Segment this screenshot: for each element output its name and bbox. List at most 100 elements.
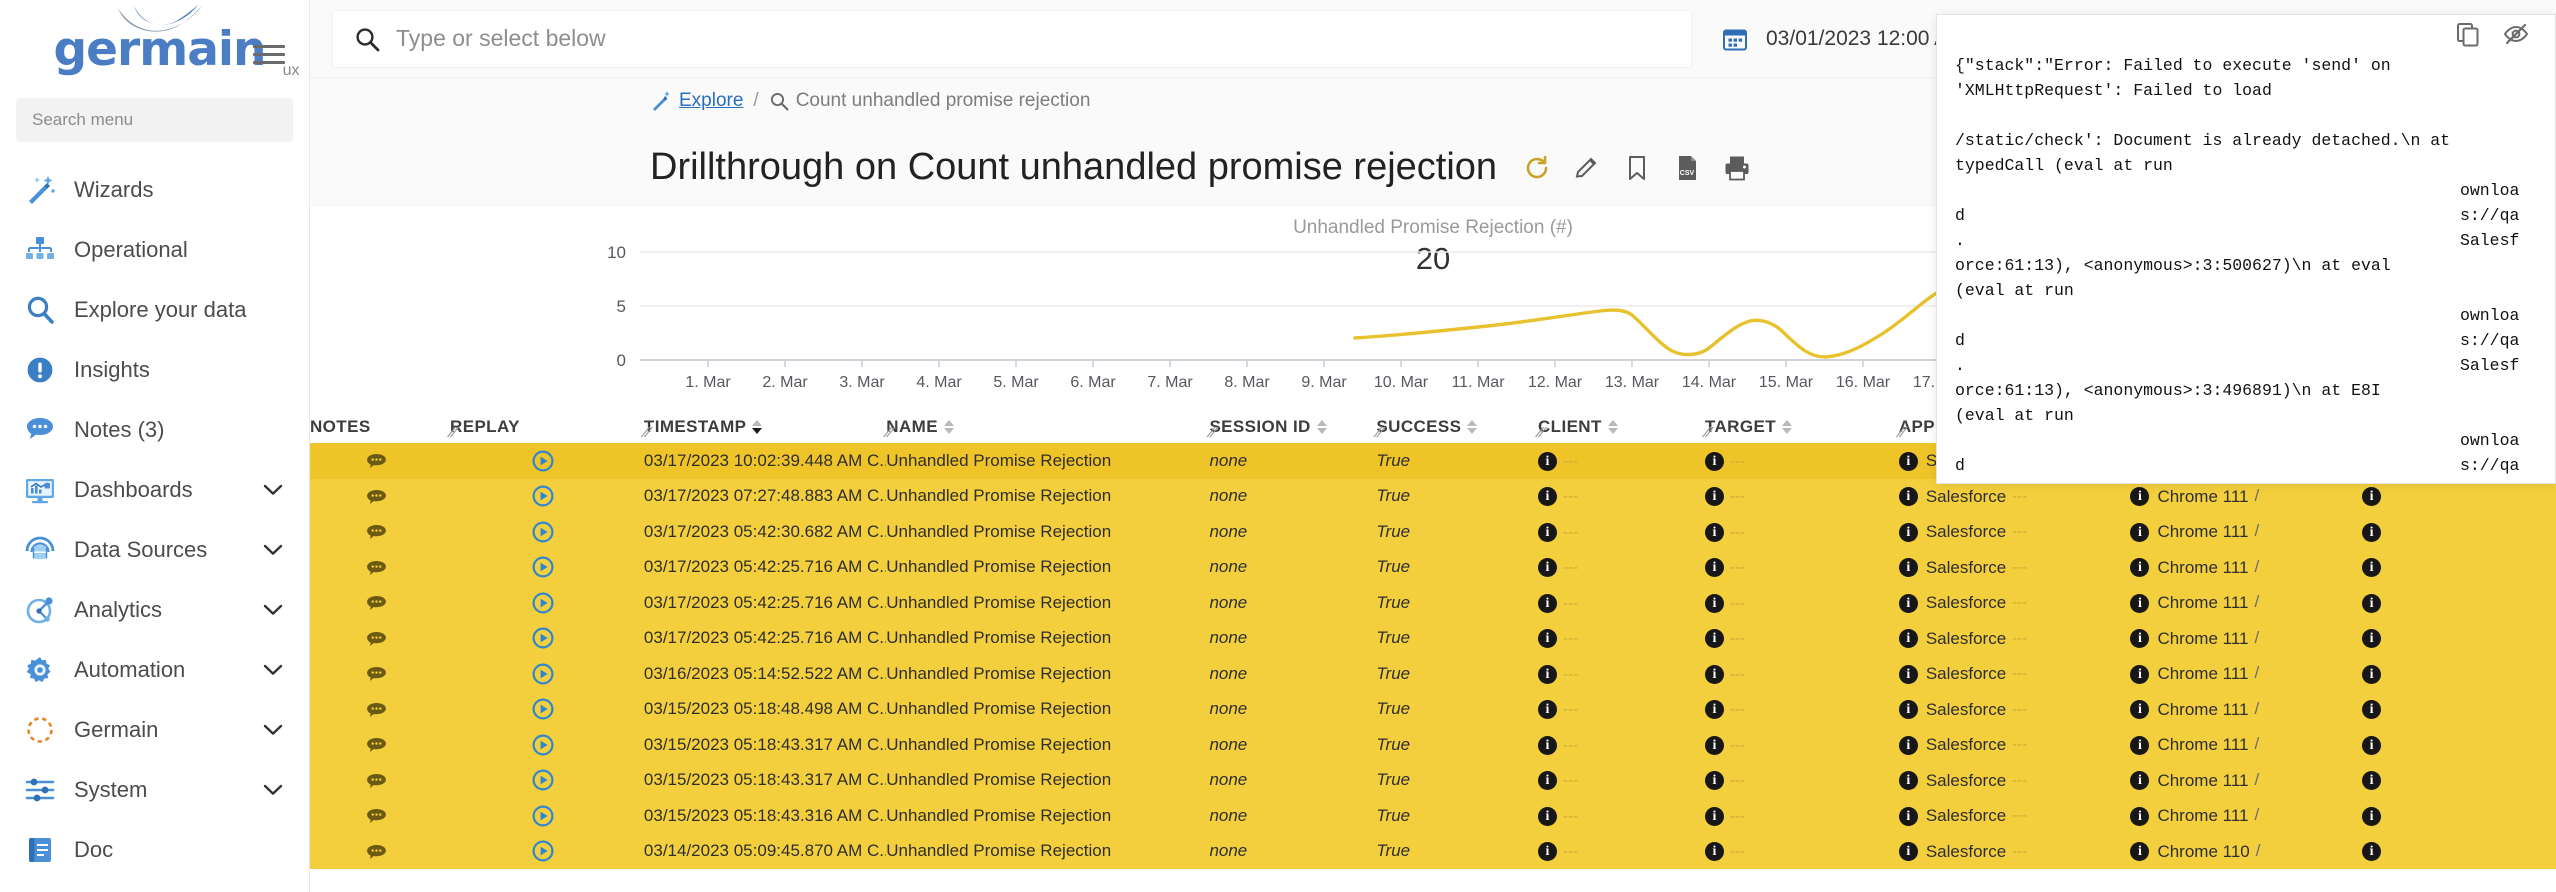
cell-extra[interactable]: i [2362, 727, 2556, 763]
sort-indicator[interactable] [1782, 420, 1792, 434]
copy-icon[interactable] [2455, 21, 2481, 47]
bookmark-icon[interactable] [1623, 154, 1651, 182]
refresh-icon[interactable] [1523, 154, 1551, 182]
cell-user[interactable]: iChrome 111/ [2130, 550, 2362, 586]
cell-application[interactable]: iSalesforce--- [1899, 550, 2131, 586]
table-row[interactable]: 03/17/2023 05:42:30.682 AM C...Unhandled… [310, 514, 2556, 550]
chevron-down-icon[interactable] [263, 544, 283, 556]
column-resize-handle[interactable]: ⁄⁄ [1376, 424, 1382, 441]
table-row[interactable]: 03/17/2023 05:42:25.716 AM C...Unhandled… [310, 585, 2556, 621]
cell-extra[interactable]: i [2362, 550, 2556, 586]
cell-notes[interactable] [310, 479, 450, 515]
cell-extra[interactable]: i [2362, 834, 2556, 870]
cell-application[interactable]: iSalesforce--- [1899, 514, 2131, 550]
sidebar-item-automation[interactable]: Automation [0, 640, 309, 700]
cell-notes[interactable] [310, 514, 450, 550]
chevron-down-icon[interactable] [263, 604, 283, 616]
print-icon[interactable] [1723, 154, 1751, 182]
cell-client[interactable]: i--- [1538, 550, 1705, 586]
table-row[interactable]: 03/15/2023 05:18:43.316 AM C...Unhandled… [310, 798, 2556, 834]
cell-application[interactable]: iSalesforce--- [1899, 656, 2131, 692]
cell-extra[interactable]: i [2362, 763, 2556, 799]
column-resize-handle[interactable]: ⁄⁄ [1899, 424, 1905, 441]
sort-indicator[interactable] [1317, 420, 1327, 434]
cell-replay[interactable] [450, 479, 644, 515]
cell-application[interactable]: iSalesforce--- [1899, 798, 2131, 834]
col-header-notes[interactable]: NOTES [310, 407, 450, 443]
table-row[interactable]: 03/15/2023 05:18:43.317 AM C...Unhandled… [310, 763, 2556, 799]
col-header-target[interactable]: TARGET ⁄⁄ [1705, 407, 1899, 443]
cell-client[interactable]: i--- [1538, 479, 1705, 515]
cell-client[interactable]: i--- [1538, 727, 1705, 763]
cell-extra[interactable]: i [2362, 585, 2556, 621]
sort-indicator[interactable] [1467, 420, 1477, 434]
cell-replay[interactable] [450, 692, 644, 728]
cell-notes[interactable] [310, 763, 450, 799]
column-resize-handle[interactable]: ⁄⁄ [886, 424, 892, 441]
sidebar-item-dashboards[interactable]: Dashboards [0, 460, 309, 520]
cell-user[interactable]: iChrome 111/ [2130, 763, 2362, 799]
cell-replay[interactable] [450, 798, 644, 834]
cell-notes[interactable] [310, 585, 450, 621]
cell-target[interactable]: i--- [1705, 692, 1899, 728]
cell-client[interactable]: i--- [1538, 585, 1705, 621]
cell-notes[interactable] [310, 550, 450, 586]
cell-replay[interactable] [450, 514, 644, 550]
cell-extra[interactable]: i [2362, 798, 2556, 834]
cell-target[interactable]: i--- [1705, 479, 1899, 515]
cell-user[interactable]: iChrome 111/ [2130, 585, 2362, 621]
global-search-input[interactable]: Type or select below [332, 10, 1692, 68]
cell-notes[interactable] [310, 692, 450, 728]
table-row[interactable]: 03/16/2023 05:14:52.522 AM C...Unhandled… [310, 656, 2556, 692]
sidebar-item-analytics[interactable]: Analytics [0, 580, 309, 640]
cell-notes[interactable] [310, 727, 450, 763]
cell-application[interactable]: iSalesforce--- [1899, 763, 2131, 799]
cell-notes[interactable] [310, 443, 450, 479]
column-resize-handle[interactable]: ⁄⁄ [1209, 424, 1215, 441]
cell-application[interactable]: iSalesforce--- [1899, 692, 2131, 728]
cell-replay[interactable] [450, 621, 644, 657]
col-header-client[interactable]: CLIENT ⁄⁄ [1538, 407, 1705, 443]
cell-user[interactable]: iChrome 111/ [2130, 692, 2362, 728]
cell-replay[interactable] [450, 763, 644, 799]
column-resize-handle[interactable]: ⁄⁄ [644, 424, 650, 441]
column-resize-handle[interactable]: ⁄⁄ [1705, 424, 1711, 441]
breadcrumb-root-link[interactable]: Explore [679, 90, 743, 112]
cell-application[interactable]: iSalesforce--- [1899, 621, 2131, 657]
csv-export-icon[interactable]: CSV [1673, 154, 1701, 182]
chevron-down-icon[interactable] [263, 664, 283, 676]
cell-target[interactable]: i--- [1705, 585, 1899, 621]
cell-user[interactable]: iChrome 111/ [2130, 621, 2362, 657]
cell-extra[interactable]: i [2362, 621, 2556, 657]
col-header-timestamp[interactable]: TIMESTAMP ⁄⁄ [644, 407, 886, 443]
cell-notes[interactable] [310, 656, 450, 692]
col-header-success[interactable]: SUCCESS ⁄⁄ [1376, 407, 1538, 443]
column-resize-handle[interactable]: ⁄⁄ [1538, 424, 1544, 441]
cell-extra[interactable]: i [2362, 656, 2556, 692]
cell-replay[interactable] [450, 585, 644, 621]
column-resize-handle[interactable]: ⁄⁄ [450, 424, 456, 441]
table-row[interactable]: 03/15/2023 05:18:43.317 AM C...Unhandled… [310, 727, 2556, 763]
sort-indicator[interactable] [752, 420, 762, 434]
cell-notes[interactable] [310, 834, 450, 870]
cell-client[interactable]: i--- [1538, 834, 1705, 870]
cell-client[interactable]: i--- [1538, 443, 1705, 479]
table-row[interactable]: 03/17/2023 05:42:25.716 AM C...Unhandled… [310, 621, 2556, 657]
col-header-name[interactable]: NAME ⁄⁄ [886, 407, 1209, 443]
chevron-down-icon[interactable] [263, 724, 283, 736]
cell-replay[interactable] [450, 550, 644, 586]
sidebar-item-wizards[interactable]: Wizards [0, 160, 309, 220]
cell-application[interactable]: iSalesforce--- [1899, 834, 2131, 870]
sidebar-item-data-sources[interactable]: Data Sources [0, 520, 309, 580]
table-row[interactable]: 03/14/2023 05:09:45.870 AM C...Unhandled… [310, 834, 2556, 870]
cell-target[interactable]: i--- [1705, 514, 1899, 550]
table-row[interactable]: 03/17/2023 05:42:25.716 AM C...Unhandled… [310, 550, 2556, 586]
cell-target[interactable]: i--- [1705, 621, 1899, 657]
cell-target[interactable]: i--- [1705, 656, 1899, 692]
cell-user[interactable]: iChrome 110/ [2130, 834, 2362, 870]
sidebar-item-system[interactable]: System [0, 760, 309, 820]
chevron-down-icon[interactable] [263, 784, 283, 796]
cell-target[interactable]: i--- [1705, 727, 1899, 763]
cell-client[interactable]: i--- [1538, 692, 1705, 728]
germain-logo[interactable]: germain ux [54, 26, 266, 73]
